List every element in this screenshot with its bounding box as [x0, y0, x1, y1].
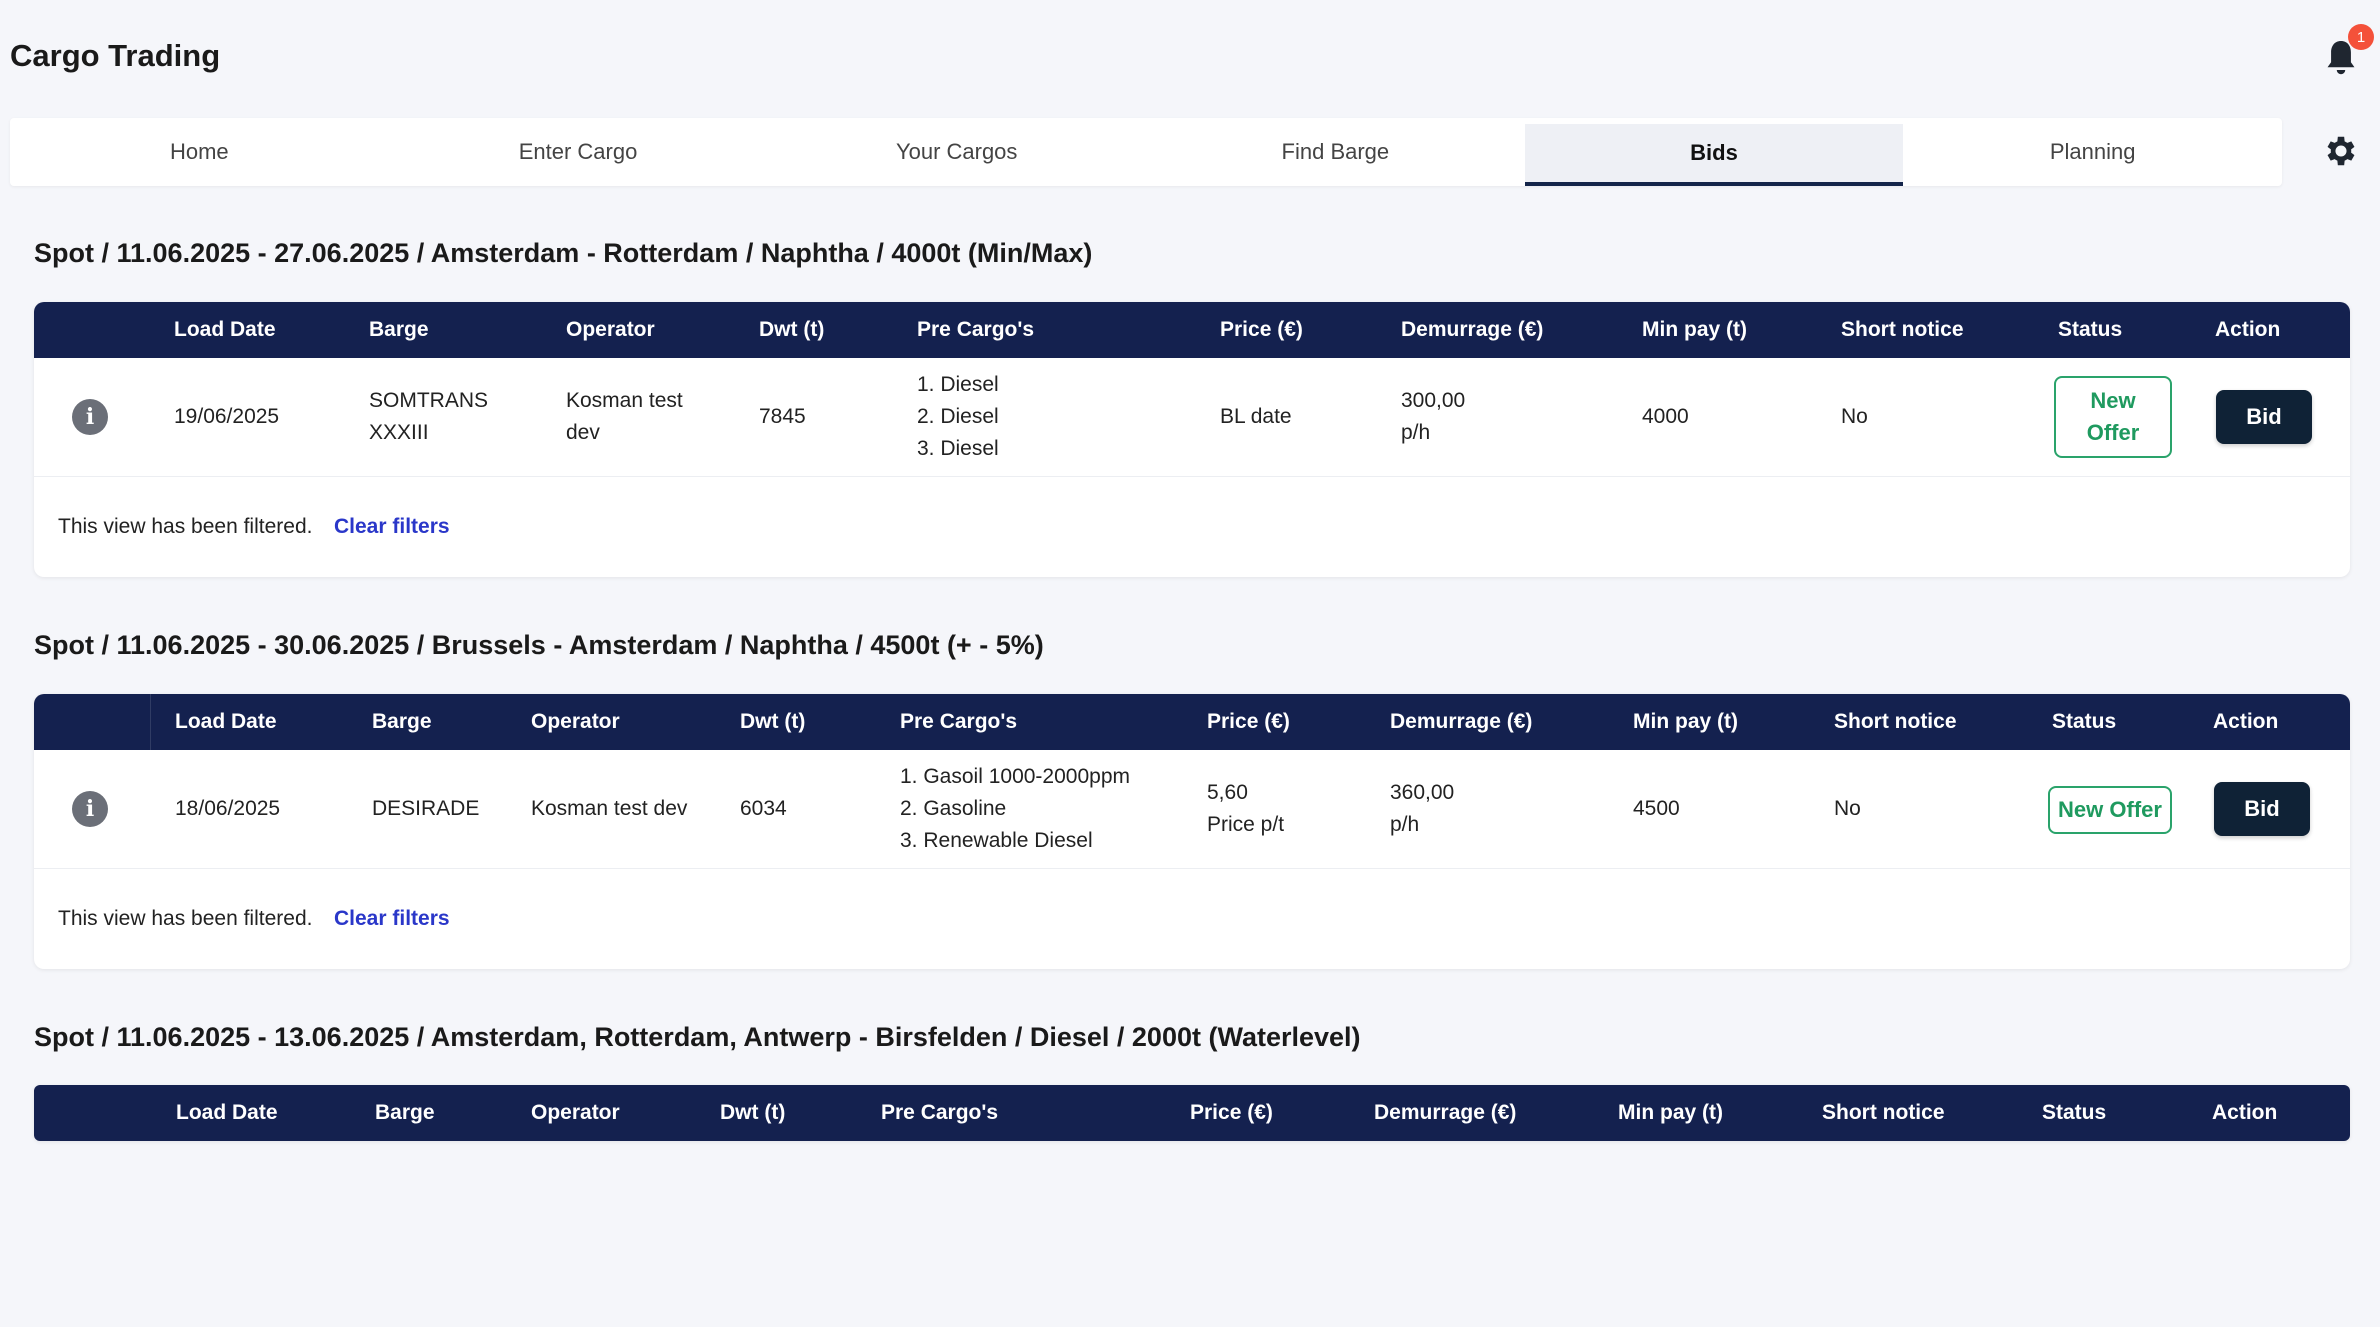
col-pre-cargo: Pre Cargo's: [900, 710, 1018, 733]
price: BL date: [1220, 405, 1292, 428]
barge: DESIRADE: [372, 797, 480, 820]
main-tabs: Home Enter Cargo Your Cargos Find Barge …: [10, 118, 2282, 186]
col-demurrage: Demurrage (€): [1390, 710, 1533, 733]
short-notice: No: [1841, 405, 1868, 428]
col-load-date: Load Date: [175, 710, 277, 733]
col-action: Action: [2215, 318, 2281, 341]
col-status: Status: [2052, 710, 2117, 733]
tab-planning[interactable]: Planning: [1903, 118, 2282, 186]
col-status: Status: [2058, 318, 2123, 341]
tab-enter-cargo[interactable]: Enter Cargo: [389, 118, 768, 186]
tab-home[interactable]: Home: [10, 118, 389, 186]
col-min-pay: Min pay (t): [1633, 710, 1738, 733]
col-short-notice: Short notice: [1822, 1101, 1945, 1124]
status-badge: New Offer: [2048, 786, 2172, 834]
clear-filters-link[interactable]: Clear filters: [334, 515, 450, 539]
operator: Kosman test dev: [566, 389, 683, 444]
status-badge: New Offer: [2054, 376, 2172, 458]
pre-cargo-item: 3. Renewable Diesel: [900, 829, 1093, 852]
pre-cargo-item: 2. Diesel: [917, 405, 999, 428]
section-title: Spot / 11.06.2025 - 27.06.2025 / Amsterd…: [34, 238, 1093, 268]
section-title: Spot / 11.06.2025 - 13.06.2025 / Amsterd…: [34, 1022, 1361, 1052]
short-notice: No: [1834, 797, 1861, 820]
clear-filters-link[interactable]: Clear filters: [334, 907, 450, 931]
filter-notice: This view has been filtered. Clear filte…: [34, 477, 2350, 577]
pre-cargo-item: 3. Diesel: [917, 437, 999, 460]
table-header: Load Date Barge Operator Dwt (t) Pre Car…: [34, 302, 2350, 358]
col-price: Price (€): [1190, 1101, 1273, 1124]
pre-cargo-list: 1. Gasoil 1000-2000ppm 2. Gasoline 3. Re…: [900, 761, 1130, 857]
col-pre-cargo: Pre Cargo's: [917, 318, 1035, 341]
col-dwt: Dwt (t): [759, 318, 825, 341]
bids-table: Load Date Barge Operator Dwt (t) Pre Car…: [34, 694, 2350, 969]
demurrage: 300,00 p/h: [1401, 389, 1466, 444]
tab-your-cargos[interactable]: Your Cargos: [767, 118, 1146, 186]
col-barge: Barge: [369, 318, 429, 341]
col-barge: Barge: [375, 1101, 435, 1124]
bids-table: Load Date Barge Operator Dwt (t) Pre Car…: [34, 1085, 2350, 1141]
app-title: Cargo Trading: [10, 38, 221, 73]
col-min-pay: Min pay (t): [1618, 1101, 1723, 1124]
filter-notice: This view has been filtered. Clear filte…: [34, 869, 2350, 969]
pre-cargo-item: 2. Gasoline: [900, 797, 1007, 820]
section-title: Spot / 11.06.2025 - 30.06.2025 / Brussel…: [34, 630, 1044, 660]
col-operator: Operator: [531, 1101, 620, 1124]
min-pay: 4500: [1633, 797, 1680, 820]
demurrage: 360,00 p/h: [1390, 781, 1455, 836]
tab-find-barge[interactable]: Find Barge: [1146, 118, 1525, 186]
col-operator: Operator: [531, 710, 620, 733]
col-action: Action: [2213, 710, 2279, 733]
filter-text: This view has been filtered.: [58, 907, 313, 930]
col-status: Status: [2042, 1101, 2107, 1124]
barge: SOMTRANS XXXIII: [369, 389, 489, 444]
col-short-notice: Short notice: [1834, 710, 1957, 733]
bid-button[interactable]: Bid: [2214, 782, 2310, 836]
col-load-date: Load Date: [174, 318, 276, 341]
col-demurrage: Demurrage (€): [1374, 1101, 1517, 1124]
col-price: Price (€): [1220, 318, 1303, 341]
bid-button[interactable]: Bid: [2216, 390, 2312, 444]
tab-bids[interactable]: Bids: [1524, 124, 1904, 186]
table-header: Load Date Barge Operator Dwt (t) Pre Car…: [34, 694, 2350, 750]
notification-badge: 1: [2348, 24, 2374, 50]
pre-cargo-item: 1. Diesel: [917, 373, 999, 396]
pre-cargo-list: 1. Diesel 2. Diesel 3. Diesel: [917, 369, 999, 465]
load-date: 19/06/2025: [174, 405, 280, 428]
info-icon[interactable]: i: [72, 399, 108, 435]
load-date: 18/06/2025: [175, 797, 281, 820]
col-demurrage: Demurrage (€): [1401, 318, 1544, 341]
col-operator: Operator: [566, 318, 655, 341]
col-dwt: Dwt (t): [720, 1101, 786, 1124]
price: 5,60 Price p/t: [1207, 781, 1285, 836]
col-dwt: Dwt (t): [740, 710, 806, 733]
col-price: Price (€): [1207, 710, 1290, 733]
col-action: Action: [2212, 1101, 2278, 1124]
filter-text: This view has been filtered.: [58, 515, 313, 538]
col-load-date: Load Date: [176, 1101, 278, 1124]
min-pay: 4000: [1642, 405, 1689, 428]
col-barge: Barge: [372, 710, 432, 733]
col-pre-cargo: Pre Cargo's: [881, 1101, 999, 1124]
table-row: i 19/06/2025 SOMTRANS XXXIII Kosman test…: [34, 358, 2350, 477]
settings-gear-icon[interactable]: [2322, 132, 2360, 170]
info-icon[interactable]: i: [72, 791, 108, 827]
col-short-notice: Short notice: [1841, 318, 1964, 341]
col-min-pay: Min pay (t): [1642, 318, 1747, 341]
table-header: Load Date Barge Operator Dwt (t) Pre Car…: [34, 1085, 2350, 1141]
dwt: 6034: [740, 797, 787, 820]
bids-table: Load Date Barge Operator Dwt (t) Pre Car…: [34, 302, 2350, 577]
dwt: 7845: [759, 405, 806, 428]
operator: Kosman test dev: [531, 797, 688, 820]
table-row: i 18/06/2025 DESIRADE Kosman test dev 60…: [34, 750, 2350, 869]
pre-cargo-item: 1. Gasoil 1000-2000ppm: [900, 765, 1130, 788]
